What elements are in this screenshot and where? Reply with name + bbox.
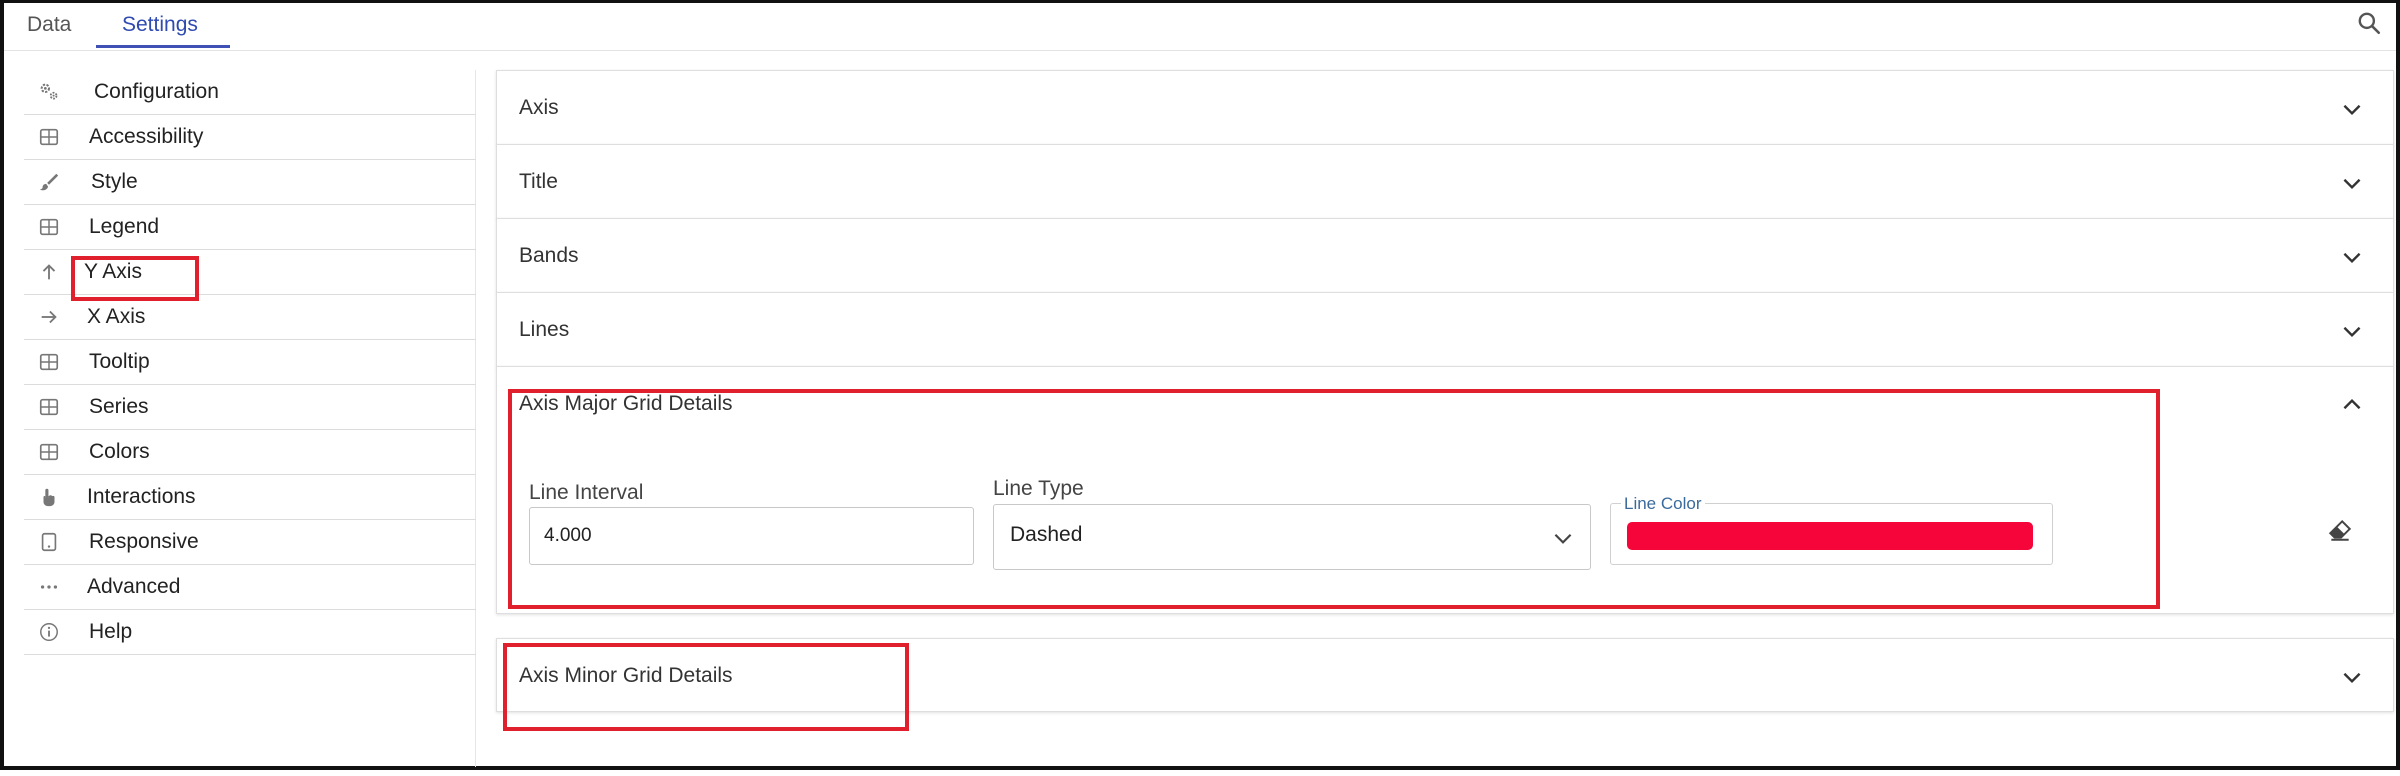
line-type-select[interactable]: Dashed: [993, 504, 1591, 570]
sidebar-item-accessibility[interactable]: Accessibility: [24, 115, 476, 160]
accordion-header: Axis Major Grid Details: [519, 392, 733, 415]
chevron-down-icon[interactable]: [2339, 664, 2365, 690]
line-color-swatch[interactable]: [1627, 522, 2033, 550]
accordion-axis[interactable]: Axis: [496, 70, 2394, 145]
line-type-label: Line Type: [993, 477, 1084, 500]
sidebar-item-label: Advanced: [87, 575, 181, 598]
grid-icon: [38, 126, 60, 148]
sidebar-item-help[interactable]: Help: [24, 610, 476, 655]
accordion-title[interactable]: Title: [496, 144, 2394, 219]
grid-icon: [38, 351, 60, 373]
accordion-header: Axis Minor Grid Details: [519, 664, 733, 687]
accordion-bands[interactable]: Bands: [496, 218, 2394, 293]
chevron-up-icon[interactable]: [2339, 392, 2365, 418]
sidebar-item-x-axis[interactable]: X Axis: [24, 295, 476, 340]
tab-bar: Data Settings: [4, 3, 2396, 51]
tab-data[interactable]: Data: [27, 11, 71, 47]
line-type-value: Dashed: [1010, 523, 1083, 546]
sidebar-item-y-axis[interactable]: Y Axis: [24, 250, 476, 295]
accordion-header: Bands: [519, 244, 579, 267]
pointer-hand-icon: [38, 486, 60, 508]
line-interval-label: Line Interval: [529, 481, 644, 504]
accordion-header: Title: [519, 170, 558, 193]
brush-icon: [38, 171, 60, 193]
accordion-header: Lines: [519, 318, 570, 341]
line-interval-input[interactable]: [529, 507, 974, 565]
sidebar-item-series[interactable]: Series: [24, 385, 476, 430]
chevron-down-icon[interactable]: [2339, 244, 2365, 270]
grid-icon: [38, 216, 60, 238]
sidebar-item-advanced[interactable]: Advanced: [24, 565, 476, 610]
sidebar-item-label: Style: [91, 170, 138, 193]
accordion-axis-minor-grid-details[interactable]: Axis Minor Grid Details: [496, 638, 2394, 712]
gears-icon: [38, 81, 60, 103]
grid-icon: [38, 396, 60, 418]
active-tab-indicator: [96, 45, 230, 48]
accordion-header: Axis: [519, 96, 559, 119]
sidebar-item-legend[interactable]: Legend: [24, 205, 476, 250]
tab-settings[interactable]: Settings: [122, 11, 198, 47]
app-window: Data Settings Configuration Accessibilit…: [0, 0, 2400, 770]
settings-sidebar: Configuration Accessibility Style Legend…: [24, 70, 476, 767]
sidebar-item-label: Tooltip: [89, 350, 150, 373]
settings-panel: Axis Title Bands Lines Axis Major Grid D: [496, 70, 2394, 770]
device-icon: [38, 531, 60, 553]
chevron-down-icon[interactable]: [2339, 170, 2365, 196]
line-color-label: Line Color: [1621, 494, 1705, 514]
sidebar-item-label: Colors: [89, 440, 150, 463]
search-icon[interactable]: [2356, 10, 2382, 36]
sidebar-item-configuration[interactable]: Configuration: [24, 70, 476, 115]
sidebar-item-interactions[interactable]: Interactions: [24, 475, 476, 520]
eraser-icon[interactable]: [2327, 517, 2353, 543]
accordion-axis-major-grid-details[interactable]: Axis Major Grid Details Line Interval Li…: [496, 366, 2394, 614]
sidebar-item-label: Help: [89, 620, 133, 643]
sidebar-item-label: Y Axis: [84, 260, 142, 283]
chevron-down-icon: [1550, 525, 1576, 551]
sidebar-item-style[interactable]: Style: [24, 160, 476, 205]
chevron-down-icon[interactable]: [2339, 318, 2365, 344]
sidebar-item-label: X Axis: [87, 305, 146, 328]
accordion-lines[interactable]: Lines: [496, 292, 2394, 367]
sidebar-item-tooltip[interactable]: Tooltip: [24, 340, 476, 385]
arrow-up-icon: [38, 261, 60, 283]
sidebar-item-colors[interactable]: Colors: [24, 430, 476, 475]
sidebar-item-responsive[interactable]: Responsive: [24, 520, 476, 565]
chevron-down-icon[interactable]: [2339, 96, 2365, 122]
line-color-picker[interactable]: Line Color: [1610, 494, 2053, 565]
grid-icon: [38, 441, 60, 463]
sidebar-item-label: Configuration: [94, 80, 219, 103]
more-horizontal-icon: [38, 576, 60, 598]
sidebar-item-label: Legend: [89, 215, 160, 238]
sidebar-item-label: Interactions: [87, 485, 196, 508]
info-icon: [38, 621, 60, 643]
sidebar-item-label: Responsive: [89, 530, 199, 553]
arrow-right-icon: [38, 306, 60, 328]
sidebar-item-label: Series: [89, 395, 149, 418]
sidebar-item-label: Accessibility: [89, 125, 204, 148]
